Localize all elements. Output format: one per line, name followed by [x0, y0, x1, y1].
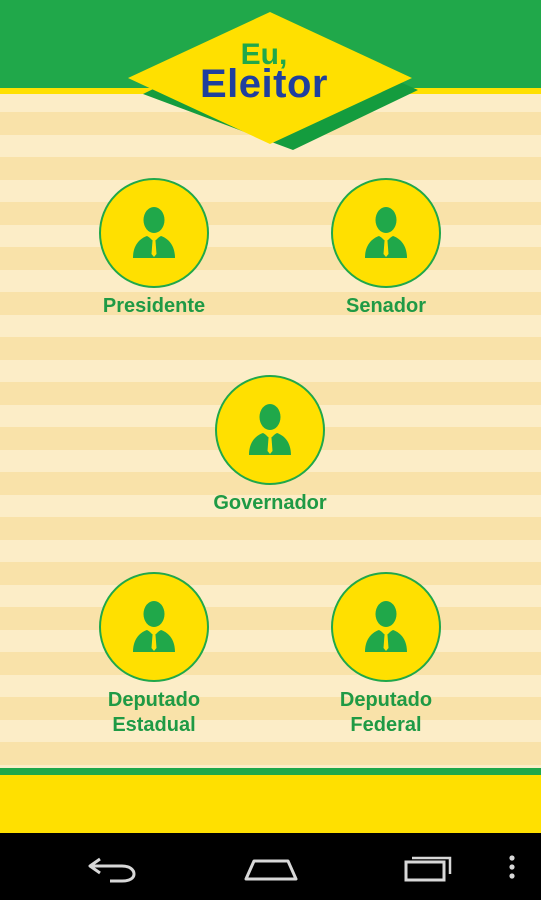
footer-divider: [0, 768, 541, 775]
back-icon: [88, 857, 136, 883]
system-navigation-bar: [0, 833, 541, 900]
role-label: Deputado Federal: [296, 688, 476, 738]
footer-bar: [0, 775, 541, 833]
politician-icon: [133, 207, 175, 258]
role-label: Presidente: [102, 295, 206, 317]
overflow-menu-button[interactable]: [506, 851, 518, 890]
role-label: Governador: [213, 492, 327, 514]
role-circle: [331, 178, 441, 288]
role-circle: [99, 178, 209, 288]
politician-icon: [249, 404, 291, 455]
app-logo: Eu, Eleitor: [120, 8, 420, 153]
politician-icon: [133, 601, 175, 652]
role-presidente-button[interactable]: Presidente: [64, 178, 244, 319]
home-icon: [244, 859, 298, 881]
role-governador-button[interactable]: Governador: [180, 375, 360, 516]
role-label: Deputado Estadual: [64, 688, 244, 738]
role-senador-button[interactable]: Senador: [296, 178, 476, 319]
app-screen: Eu, Eleitor Presidente Senador Governado…: [0, 0, 541, 833]
role-deputado-estadual-button[interactable]: Deputado Estadual: [64, 572, 244, 738]
logo-text-eleitor: Eleitor: [200, 62, 328, 106]
recent-apps-button[interactable]: [402, 851, 456, 890]
role-label-line2: Estadual: [112, 714, 196, 736]
back-button[interactable]: [84, 851, 140, 890]
politician-icon: [365, 207, 407, 258]
role-deputado-federal-button[interactable]: Deputado Federal: [296, 572, 476, 738]
role-label-line1: Deputado: [339, 689, 433, 711]
home-button[interactable]: [242, 851, 300, 890]
role-circle: [99, 572, 209, 682]
role-circle: [331, 572, 441, 682]
recent-apps-icon: [404, 856, 452, 882]
politician-icon: [365, 601, 407, 652]
role-label-line1: Deputado: [107, 689, 201, 711]
overflow-menu-icon: [509, 855, 515, 879]
role-label-line2: Federal: [350, 714, 422, 736]
role-label: Senador: [345, 295, 427, 317]
role-circle: [215, 375, 325, 485]
